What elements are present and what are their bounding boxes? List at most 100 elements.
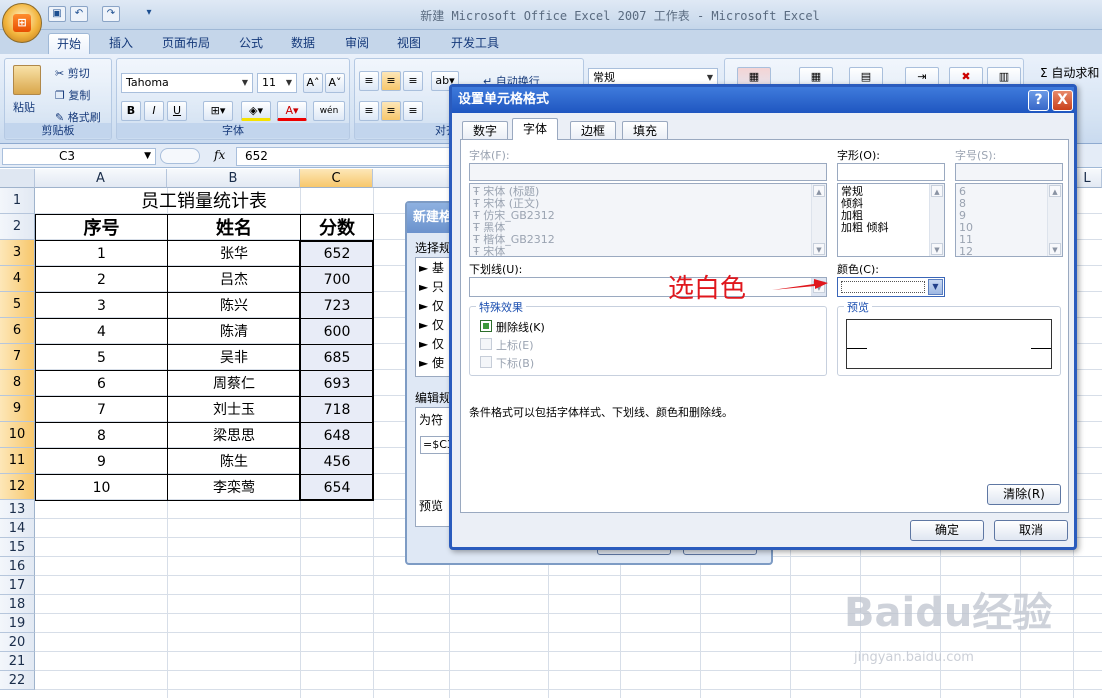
tab-home[interactable]: 开始	[48, 33, 91, 54]
autosum-button[interactable]: Σ 自动求和	[1040, 64, 1099, 81]
border-icon[interactable]: ⊞▾	[203, 101, 233, 121]
row-header[interactable]: 13	[0, 500, 35, 519]
table-cell[interactable]: 陈兴	[167, 292, 301, 319]
row-header[interactable]: 19	[0, 614, 35, 633]
list-item[interactable]: ► 只	[419, 281, 444, 293]
table-header-cell[interactable]: 序号	[35, 214, 168, 241]
name-box[interactable]: C3 ▼	[2, 148, 156, 165]
cancel-button[interactable]: 取消	[994, 520, 1068, 541]
paste-button[interactable]: 粘贴	[13, 99, 35, 115]
copy-button[interactable]: ❐ 复制	[55, 87, 90, 103]
list-item[interactable]: ► 基	[419, 262, 444, 274]
tab-page-layout[interactable]: 页面布局	[154, 33, 218, 54]
list-item[interactable]: ► 仅	[419, 319, 444, 331]
table-cell[interactable]: 1	[35, 240, 168, 267]
list-item[interactable]: ► 仅	[419, 300, 444, 312]
table-cell[interactable]: 周蔡仁	[167, 370, 301, 397]
row-header[interactable]: 17	[0, 576, 35, 595]
row-header[interactable]: 4	[0, 266, 35, 292]
redo-icon[interactable]: ↷	[102, 6, 120, 22]
row-header[interactable]: 22	[0, 671, 35, 690]
table-cell[interactable]: 718	[300, 396, 374, 423]
table-cell[interactable]: 陈生	[167, 448, 301, 475]
undo-icon[interactable]: ↶	[70, 6, 88, 22]
tab-review[interactable]: 审阅	[337, 33, 377, 54]
tab-view[interactable]: 视图	[389, 33, 429, 54]
table-cell[interactable]: 吴非	[167, 344, 301, 371]
row-header[interactable]: 18	[0, 595, 35, 614]
table-cell[interactable]: 4	[35, 318, 168, 345]
align-right-icon[interactable]: ≡	[403, 101, 423, 121]
table-cell[interactable]: 600	[300, 318, 374, 345]
row-header[interactable]: 2	[0, 214, 35, 240]
table-cell[interactable]: 吕杰	[167, 266, 301, 293]
table-cell[interactable]: 700	[300, 266, 374, 293]
table-cell[interactable]: 2	[35, 266, 168, 293]
row-header[interactable]: 12	[0, 474, 35, 500]
bold-button[interactable]: B	[121, 101, 141, 121]
tab-font[interactable]: 字体	[512, 118, 559, 140]
list-item[interactable]: 加粗 倾斜	[841, 222, 889, 234]
save-icon[interactable]: ▣	[48, 6, 66, 22]
list-item[interactable]: ► 使	[419, 357, 444, 369]
table-cell[interactable]: 5	[35, 344, 168, 371]
tab-border[interactable]: 边框	[570, 121, 617, 140]
office-button[interactable]: ⊞	[2, 3, 42, 43]
align-left-icon[interactable]: ≡	[359, 101, 379, 121]
scroll-up-icon[interactable]: ▲	[931, 185, 943, 197]
column-header-c[interactable]: C	[300, 169, 373, 188]
cut-button[interactable]: ✂ 剪切	[55, 65, 90, 81]
row-header[interactable]: 5	[0, 292, 35, 318]
table-cell[interactable]: 7	[35, 396, 168, 423]
row-header[interactable]: 14	[0, 519, 35, 538]
table-title[interactable]: 员工销量统计表	[35, 189, 373, 214]
row-header[interactable]: 7	[0, 344, 35, 370]
customize-qat-icon[interactable]: ▾	[140, 6, 158, 22]
tab-number[interactable]: 数字	[462, 121, 509, 140]
fill-color-icon[interactable]: ◈▾	[241, 101, 271, 121]
tab-data[interactable]: 数据	[283, 33, 323, 54]
table-cell[interactable]: 刘士玉	[167, 396, 301, 423]
list-item[interactable]: ► 仅	[419, 338, 444, 350]
table-cell[interactable]: 8	[35, 422, 168, 449]
row-header[interactable]: 3	[0, 240, 35, 266]
column-header-l[interactable]: L	[1073, 169, 1102, 188]
underline-button[interactable]: U	[167, 101, 187, 121]
italic-button[interactable]: I	[144, 101, 164, 121]
scrollbar[interactable]: ▲ ▼	[929, 184, 944, 256]
font-size-combo[interactable]: 11 ▼	[257, 73, 297, 93]
row-header[interactable]: 20	[0, 633, 35, 652]
table-cell[interactable]: 654	[300, 474, 374, 501]
font-color-icon[interactable]: A▾	[277, 101, 307, 121]
clear-button[interactable]: 清除(R)	[987, 484, 1061, 505]
column-header-b[interactable]: B	[167, 169, 300, 188]
font-style-input[interactable]	[837, 163, 945, 181]
font-name-combo[interactable]: Tahoma ▼	[121, 73, 253, 93]
row-header[interactable]: 8	[0, 370, 35, 396]
ok-button[interactable]: 确定	[910, 520, 984, 541]
table-header-cell[interactable]: 姓名	[167, 214, 301, 241]
align-bottom-icon[interactable]: ≡	[403, 71, 423, 91]
tab-formulas[interactable]: 公式	[231, 33, 271, 54]
align-top-icon[interactable]: ≡	[359, 71, 379, 91]
strikethrough-checkbox[interactable]	[480, 320, 492, 332]
row-header[interactable]: 16	[0, 557, 35, 576]
table-cell[interactable]: 9	[35, 448, 168, 475]
table-cell[interactable]: 6	[35, 370, 168, 397]
formula-input[interactable]: 652	[236, 147, 456, 166]
table-cell[interactable]: 693	[300, 370, 374, 397]
table-cell[interactable]: 梁思思	[167, 422, 301, 449]
phonetic-icon[interactable]: wén	[313, 101, 345, 121]
row-header[interactable]: 6	[0, 318, 35, 344]
row-header[interactable]: 9	[0, 396, 35, 422]
table-header-cell[interactable]: 分数	[300, 214, 374, 241]
shrink-font-icon[interactable]: A˅	[325, 73, 345, 93]
table-cell[interactable]: 652	[300, 240, 374, 267]
table-cell[interactable]: 陈清	[167, 318, 301, 345]
tab-fill[interactable]: 填充	[622, 121, 669, 140]
close-icon[interactable]: X	[1052, 90, 1073, 111]
select-all-corner[interactable]	[0, 169, 35, 188]
fx-button[interactable]: fx	[214, 148, 225, 162]
table-cell[interactable]: 10	[35, 474, 168, 501]
align-middle-icon[interactable]: ≡	[381, 71, 401, 91]
